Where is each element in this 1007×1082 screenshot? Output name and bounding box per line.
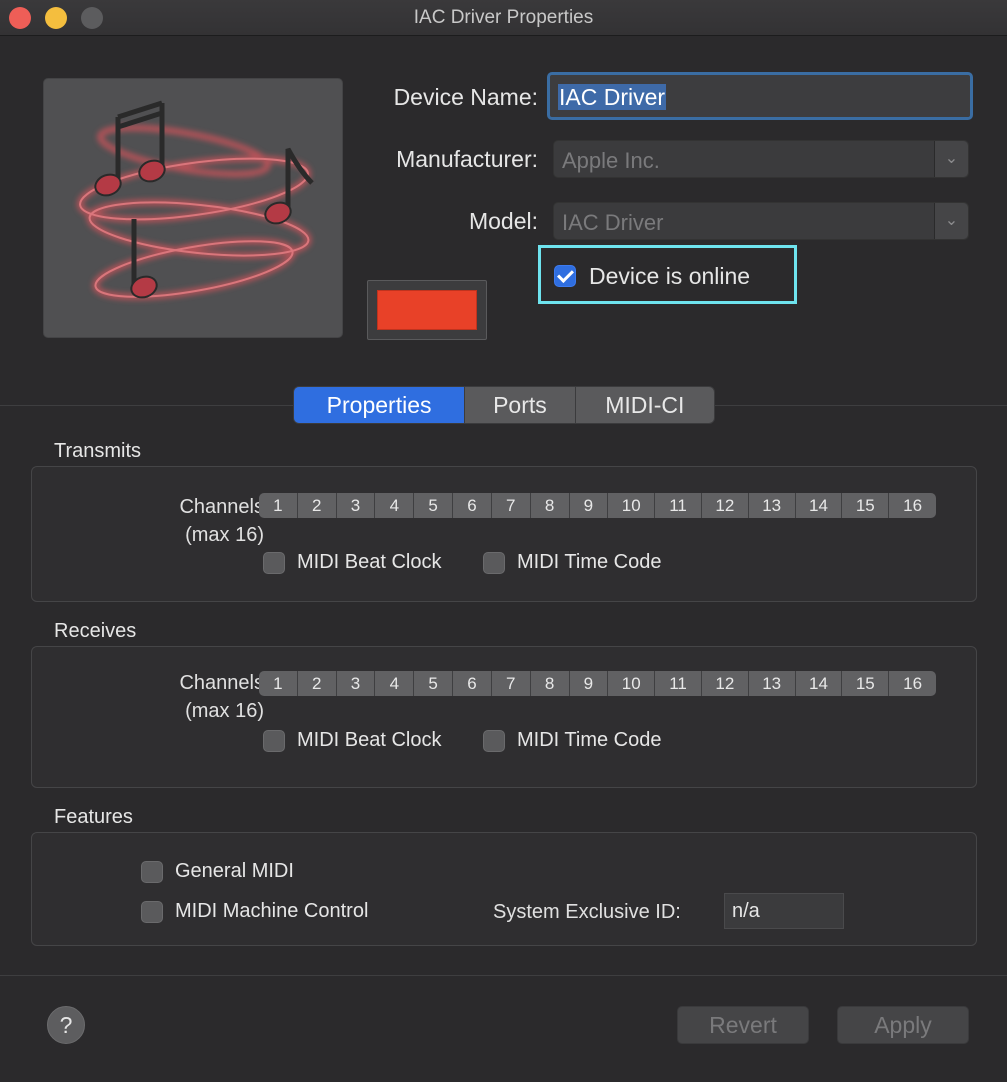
transmits-channel-9[interactable]: 9 (570, 493, 609, 518)
device-name-label: Device Name: (393, 84, 538, 110)
receives-channel-12[interactable]: 12 (702, 671, 749, 696)
transmits-channels-max-label: (max 16) (185, 524, 264, 546)
transmits-channel-7[interactable]: 7 (492, 493, 531, 518)
device-online-checkbox[interactable] (554, 265, 576, 287)
transmits-channel-13[interactable]: 13 (749, 493, 796, 518)
receives-channel-7[interactable]: 7 (492, 671, 531, 696)
receives-channel-1[interactable]: 1 (259, 671, 298, 696)
receives-channel-4[interactable]: 4 (375, 671, 415, 696)
transmits-channels-label: Channels (179, 496, 264, 518)
manufacturer-label: Manufacturer: (396, 146, 538, 172)
receives-channels-max-label: (max 16) (185, 700, 264, 722)
transmits-channel-8[interactable]: 8 (531, 493, 570, 518)
model-label: Model: (468, 208, 538, 234)
receives-channel-6[interactable]: 6 (453, 671, 492, 696)
transmits-title: Transmits (54, 440, 142, 462)
transmits-channel-14[interactable]: 14 (796, 493, 843, 518)
receives-channel-16[interactable]: 16 (889, 671, 936, 696)
device-color-swatch (377, 290, 477, 330)
transmits-group: Channels (max 16) 1 2 3 4 5 6 7 8 9 10 1… (31, 466, 977, 602)
receives-channel-2[interactable]: 2 (298, 671, 337, 696)
transmits-beat-clock-label[interactable]: MIDI Beat Clock (297, 551, 441, 574)
receives-time-code-label[interactable]: MIDI Time Code (517, 729, 661, 752)
manufacturer-popup[interactable]: Apple Inc. ⌄ (553, 140, 969, 178)
receives-beat-clock-label[interactable]: MIDI Beat Clock (297, 729, 441, 752)
receives-channel-selector[interactable]: 1 2 3 4 5 6 7 8 9 10 11 12 13 14 15 16 (259, 671, 936, 696)
receives-time-code-checkbox[interactable] (483, 730, 505, 752)
transmits-channel-16[interactable]: 16 (889, 493, 936, 518)
sysex-id-label: System Exclusive ID: (493, 901, 681, 923)
receives-channel-11[interactable]: 11 (655, 671, 702, 696)
receives-group: Channels (max 16) 1 2 3 4 5 6 7 8 9 10 1… (31, 646, 977, 788)
model-popup[interactable]: IAC Driver ⌄ (553, 202, 969, 240)
revert-button[interactable]: Revert (677, 1006, 809, 1044)
transmits-channel-5[interactable]: 5 (414, 493, 454, 518)
window-title: IAC Driver Properties (413, 7, 594, 28)
sysex-id-input[interactable]: n/a (724, 893, 844, 929)
device-online-label[interactable]: Device is online (589, 263, 750, 290)
footer-divider (0, 975, 1007, 976)
receives-channel-14[interactable]: 14 (796, 671, 843, 696)
machine-control-label[interactable]: MIDI Machine Control (175, 900, 368, 923)
apply-button[interactable]: Apply (837, 1006, 969, 1044)
receives-title: Receives (54, 620, 137, 642)
transmits-channel-6[interactable]: 6 (453, 493, 492, 518)
transmits-channel-15[interactable]: 15 (842, 493, 890, 518)
tab-midi-ci[interactable]: MIDI-CI (576, 387, 714, 423)
transmits-channel-2[interactable]: 2 (298, 493, 337, 518)
general-midi-checkbox[interactable] (141, 861, 163, 883)
general-midi-label[interactable]: General MIDI (175, 860, 294, 883)
tab-properties[interactable]: Properties (294, 387, 466, 423)
receives-channel-3[interactable]: 3 (337, 671, 376, 696)
tab-ports[interactable]: Ports (465, 387, 576, 423)
device-color-well[interactable] (367, 280, 487, 340)
transmits-channel-12[interactable]: 12 (702, 493, 749, 518)
transmits-beat-clock-checkbox[interactable] (263, 552, 285, 574)
midi-music-notes-icon (77, 100, 314, 300)
chevron-down-icon: ⌄ (934, 203, 968, 239)
receives-channel-10[interactable]: 10 (608, 671, 656, 696)
receives-channel-13[interactable]: 13 (749, 671, 796, 696)
receives-channel-5[interactable]: 5 (414, 671, 454, 696)
transmits-channel-10[interactable]: 10 (608, 493, 656, 518)
transmits-time-code-checkbox[interactable] (483, 552, 505, 574)
machine-control-checkbox[interactable] (141, 901, 163, 923)
transmits-time-code-label[interactable]: MIDI Time Code (517, 551, 661, 574)
transmits-channel-3[interactable]: 3 (337, 493, 376, 518)
device-icon-well[interactable] (43, 78, 343, 338)
title-bar: IAC Driver Properties (0, 0, 1007, 36)
receives-channel-8[interactable]: 8 (531, 671, 570, 696)
receives-channel-15[interactable]: 15 (842, 671, 890, 696)
chevron-down-icon: ⌄ (934, 141, 968, 177)
model-value: IAC Driver (562, 210, 664, 235)
manufacturer-value: Apple Inc. (562, 148, 660, 173)
help-button[interactable]: ? (47, 1006, 85, 1044)
receives-channel-9[interactable]: 9 (570, 671, 609, 696)
transmits-channel-selector[interactable]: 1 2 3 4 5 6 7 8 9 10 11 12 13 14 15 16 (259, 493, 936, 518)
device-name-value: IAC Driver (558, 84, 667, 110)
transmits-channel-11[interactable]: 11 (655, 493, 702, 518)
receives-beat-clock-checkbox[interactable] (263, 730, 285, 752)
transmits-channel-4[interactable]: 4 (375, 493, 415, 518)
features-title: Features (54, 806, 133, 828)
transmits-channel-1[interactable]: 1 (259, 493, 298, 518)
receives-channels-label: Channels (179, 672, 264, 694)
device-name-input[interactable]: IAC Driver (547, 72, 973, 120)
tab-bar: Properties Ports MIDI-CI (293, 386, 715, 424)
